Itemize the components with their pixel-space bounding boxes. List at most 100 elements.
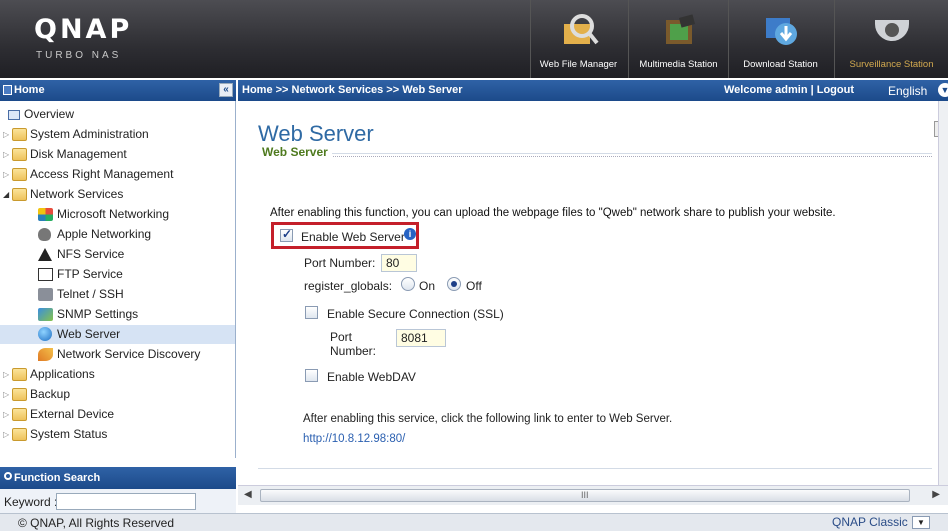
chevron-down-icon[interactable]: ▼ bbox=[938, 83, 948, 97]
on-label: On bbox=[419, 279, 436, 293]
language-selector[interactable]: English bbox=[888, 84, 927, 98]
tree-item-overview[interactable]: Overview bbox=[0, 105, 235, 124]
folder-icon bbox=[12, 408, 27, 421]
scrollbar-thumb[interactable]: III bbox=[260, 489, 910, 502]
collapse-panel-button[interactable]: « bbox=[219, 83, 233, 97]
link-instructions: After enabling this service, click the f… bbox=[303, 413, 673, 425]
multimedia-station-icon bbox=[665, 14, 695, 44]
tree-item-apple-networking[interactable]: Apple Networking bbox=[0, 225, 235, 244]
off-label: Off bbox=[466, 279, 482, 293]
collapse-arrow-icon: ◢ bbox=[3, 190, 10, 199]
tree-item-system-administration[interactable]: ▷ System Administration bbox=[0, 125, 235, 144]
register-globals-on-radio[interactable] bbox=[401, 277, 415, 291]
scroll-left-icon[interactable]: ◀ bbox=[244, 489, 252, 500]
tree-item-web-server[interactable]: Web Server bbox=[0, 325, 235, 344]
section-border-bottom bbox=[258, 468, 932, 469]
title-divider bbox=[258, 156, 932, 157]
open-folder-icon bbox=[12, 188, 27, 201]
expand-arrow-icon: ▷ bbox=[3, 150, 10, 159]
content-area: Web Server Web Server After enabling thi… bbox=[238, 101, 948, 485]
keyword-input[interactable] bbox=[56, 493, 196, 510]
scroll-right-icon[interactable]: ▶ bbox=[932, 489, 940, 500]
port-number-label: Port Number: bbox=[304, 256, 376, 270]
chevron-down-icon[interactable]: ▼ bbox=[912, 516, 930, 529]
app-header: QNAP TURBO NAS Web File Manager Multimed… bbox=[0, 0, 948, 78]
ssl-port-label-2: Number: bbox=[330, 344, 377, 358]
tree-item-access-right-management[interactable]: ▷ Access Right Management bbox=[0, 165, 235, 184]
tree-item-disk-management[interactable]: ▷ Disk Management bbox=[0, 145, 235, 164]
navigation-tree: Overview ▷ System Administration ▷ Disk … bbox=[0, 101, 236, 458]
terminal-icon bbox=[38, 288, 53, 301]
footer: © QNAP, All Rights Reserved QNAP Classic… bbox=[0, 513, 948, 531]
ftp-icon bbox=[38, 268, 53, 281]
vertical-scrollbar[interactable] bbox=[938, 101, 948, 485]
expand-arrow-icon: ▷ bbox=[3, 170, 10, 179]
tree-item-applications[interactable]: ▷ Applications bbox=[0, 365, 235, 384]
expand-arrow-icon: ▷ bbox=[3, 130, 10, 139]
expand-arrow-icon: ▷ bbox=[3, 370, 10, 379]
download-station-icon bbox=[765, 18, 797, 45]
discovery-icon bbox=[38, 348, 53, 361]
expand-arrow-icon: ▷ bbox=[3, 430, 10, 439]
expand-arrow-icon: ▷ bbox=[3, 390, 10, 399]
tree-item-network-services[interactable]: ◢ Network Services bbox=[0, 185, 235, 204]
function-search-panel: Keyword : bbox=[0, 489, 236, 513]
expand-arrow-icon: ▷ bbox=[3, 410, 10, 419]
logo-subtitle: TURBO NAS bbox=[36, 50, 122, 61]
horizontal-scrollbar[interactable]: ◀ III ▶ bbox=[238, 485, 948, 505]
surveillance-station-button[interactable]: Surveillance Station bbox=[834, 0, 948, 78]
globe-icon bbox=[38, 327, 52, 341]
tree-item-snmp-settings[interactable]: SNMP Settings bbox=[0, 305, 235, 324]
folder-icon bbox=[12, 388, 27, 401]
enable-ssl-label: Enable Secure Connection (SSL) bbox=[327, 307, 504, 321]
tree-item-ftp-service[interactable]: FTP Service bbox=[0, 265, 235, 284]
tree-item-network-service-discovery[interactable]: Network Service Discovery bbox=[0, 345, 235, 364]
search-icon bbox=[4, 472, 12, 480]
download-station-button[interactable]: Download Station bbox=[728, 0, 832, 78]
page-title: Web Server bbox=[258, 121, 374, 146]
folder-icon bbox=[12, 428, 27, 441]
tree-item-microsoft-networking[interactable]: Microsoft Networking bbox=[0, 205, 235, 224]
overview-icon bbox=[8, 110, 20, 120]
keyword-label: Keyword : bbox=[4, 495, 58, 509]
tree-item-external-device[interactable]: ▷ External Device bbox=[0, 405, 235, 424]
folder-icon bbox=[12, 168, 27, 181]
surveillance-station-icon bbox=[874, 20, 909, 41]
copyright-text: © QNAP, All Rights Reserved bbox=[18, 516, 175, 530]
function-search-header: Function Search bbox=[0, 467, 236, 489]
register-globals-label: register_globals: bbox=[304, 279, 393, 293]
nfs-icon bbox=[38, 248, 52, 261]
tree-item-telnet-ssh[interactable]: Telnet / SSH bbox=[0, 285, 235, 304]
theme-selector[interactable]: QNAP Classic bbox=[832, 515, 908, 529]
home-icon bbox=[3, 85, 12, 95]
folder-icon bbox=[12, 368, 27, 381]
multimedia-station-button[interactable]: Multimedia Station bbox=[628, 0, 728, 78]
tree-item-system-status[interactable]: ▷ System Status bbox=[0, 425, 235, 444]
port-number-input[interactable]: 80 bbox=[381, 254, 417, 272]
web-file-manager-button[interactable]: Web File Manager bbox=[530, 0, 626, 78]
tree-item-nfs-service[interactable]: NFS Service bbox=[0, 245, 235, 264]
grip-icon: III bbox=[581, 490, 589, 500]
windows-icon bbox=[38, 208, 53, 221]
main-header-bar: Home >> Network Services >> Web Server W… bbox=[238, 80, 948, 101]
section-title: Web Server bbox=[258, 145, 332, 159]
highlight-box bbox=[271, 222, 419, 249]
section-border-top bbox=[258, 153, 932, 154]
folder-icon bbox=[12, 128, 27, 141]
enable-webdav-label: Enable WebDAV bbox=[327, 370, 416, 384]
description-text: After enabling this function, you can up… bbox=[270, 207, 836, 219]
left-panel-title: Home bbox=[14, 84, 45, 96]
enable-ssl-checkbox[interactable] bbox=[305, 306, 318, 319]
web-file-manager-icon bbox=[563, 14, 599, 45]
enable-webdav-checkbox[interactable] bbox=[305, 369, 318, 382]
ssl-port-label: Port bbox=[330, 330, 353, 344]
qnap-logo: QNAP bbox=[34, 14, 133, 45]
left-panel-header: Home « bbox=[0, 80, 236, 101]
ssl-port-input[interactable]: 8081 bbox=[396, 329, 446, 347]
register-globals-off-radio[interactable] bbox=[447, 277, 461, 291]
folder-icon bbox=[12, 148, 27, 161]
web-server-link[interactable]: http://10.8.12.98:80/ bbox=[303, 433, 405, 445]
tree-item-backup[interactable]: ▷ Backup bbox=[0, 385, 235, 404]
welcome-logout-link[interactable]: Welcome admin | Logout bbox=[724, 84, 854, 96]
snmp-icon bbox=[38, 308, 53, 321]
